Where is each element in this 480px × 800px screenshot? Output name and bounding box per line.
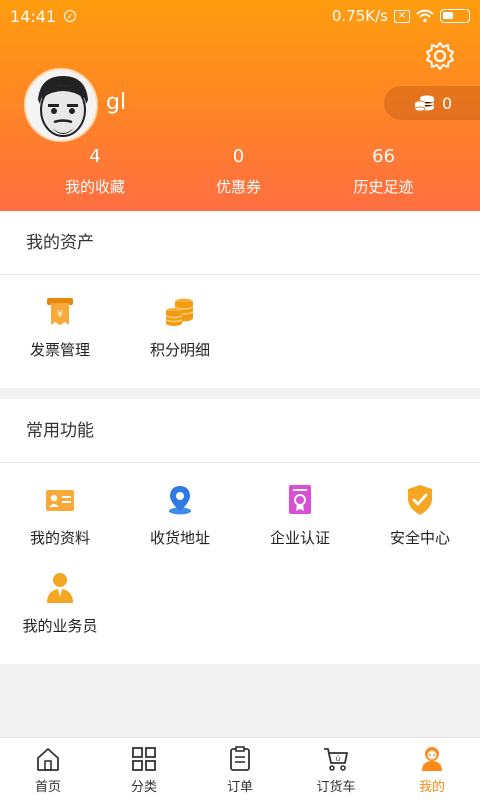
tab-label: 订货车 [316, 780, 356, 795]
stat-favorites[interactable]: 4 我的收藏 [0, 146, 190, 197]
shipping-address[interactable]: 收货地址 [120, 463, 240, 551]
grid-label: 我的业务员 [22, 617, 98, 635]
grid-label: 收货地址 [149, 529, 210, 547]
network-speed: 0.75K/s [331, 7, 388, 25]
points-detail[interactable]: 积分明细 [120, 275, 240, 363]
tab-label: 首页 [34, 780, 61, 795]
stat-value: 4 [89, 146, 101, 167]
category-icon [132, 747, 156, 771]
coins-icon [165, 298, 194, 326]
tab-category[interactable]: 分类 [96, 738, 192, 800]
grid-label: 我的资料 [29, 529, 90, 547]
tab-label: 订单 [226, 780, 253, 795]
grid-label: 发票管理 [29, 341, 90, 359]
stat-history[interactable]: 66 历史足迹 [287, 146, 480, 197]
stat-label: 我的收藏 [64, 178, 125, 196]
wifi-icon [416, 9, 434, 23]
security-center[interactable]: 安全中心 [360, 463, 480, 551]
stat-value: 66 [372, 146, 395, 167]
cart-icon: ü [324, 748, 348, 771]
profile-header: 14:41 ✓ 0.75K/s × gl 0 4 我的收藏 0 优惠券 66 历… [0, 0, 480, 211]
section-title: 我的资产 [0, 211, 480, 275]
avatar-image [26, 70, 96, 140]
tab-orders[interactable]: 订单 [192, 738, 288, 800]
status-bar: 14:41 ✓ 0.75K/s × [0, 0, 480, 32]
stat-label: 优惠券 [215, 178, 261, 196]
stats-row: 4 我的收藏 0 优惠券 66 历史足迹 [0, 146, 480, 197]
svg-text:ü: ü [336, 755, 340, 763]
grid-label: 企业认证 [269, 529, 330, 547]
stat-coupons[interactable]: 0 优惠券 [190, 146, 287, 197]
points-value: 0 [442, 93, 453, 113]
profile-card-icon [46, 490, 74, 511]
tab-label: 分类 [130, 780, 157, 795]
stat-label: 历史足迹 [353, 178, 414, 196]
battery-icon [440, 9, 470, 23]
enterprise-certification[interactable]: 企业认证 [240, 463, 360, 551]
tab-home[interactable]: 首页 [0, 738, 96, 800]
tab-mine[interactable]: 我的 [384, 738, 480, 800]
sync-icon: ✓ [64, 10, 77, 22]
common-functions-section: 常用功能 我的资料 收货地址 企业认证 安全中心 我的业务员 [0, 399, 480, 664]
invoice-management[interactable]: ¥ 发票管理 [0, 275, 120, 363]
tab-cart[interactable]: ü 订货车 [288, 738, 384, 800]
tab-label: 我的 [418, 780, 445, 795]
avatar[interactable] [24, 68, 98, 142]
svg-text:¥: ¥ [57, 309, 63, 320]
username[interactable]: gl [106, 90, 126, 115]
bottom-tab-bar: 首页 分类 订单 ü 订货车 我的 [0, 737, 480, 800]
certificate-icon [289, 485, 311, 514]
settings-gear-icon[interactable] [424, 40, 456, 72]
grid-label: 积分明细 [149, 341, 210, 359]
my-salesperson[interactable]: 我的业务员 [0, 551, 120, 639]
salesperson-icon [47, 573, 73, 603]
user-icon [422, 747, 442, 771]
my-profile[interactable]: 我的资料 [0, 463, 120, 551]
coins-icon [414, 95, 435, 112]
status-time: 14:41 [10, 6, 57, 26]
order-icon [230, 746, 250, 771]
section-title: 常用功能 [0, 399, 480, 463]
points-badge[interactable]: 0 [384, 86, 480, 120]
stat-value: 0 [232, 146, 245, 167]
location-pin-icon [169, 486, 191, 515]
home-icon [37, 748, 59, 771]
sim-icon: × [394, 9, 410, 23]
invoice-icon: ¥ [47, 298, 73, 325]
assets-section: 我的资产 ¥ 发票管理 积分明细 [0, 211, 480, 388]
grid-label: 安全中心 [389, 529, 450, 547]
shield-icon [408, 485, 432, 515]
